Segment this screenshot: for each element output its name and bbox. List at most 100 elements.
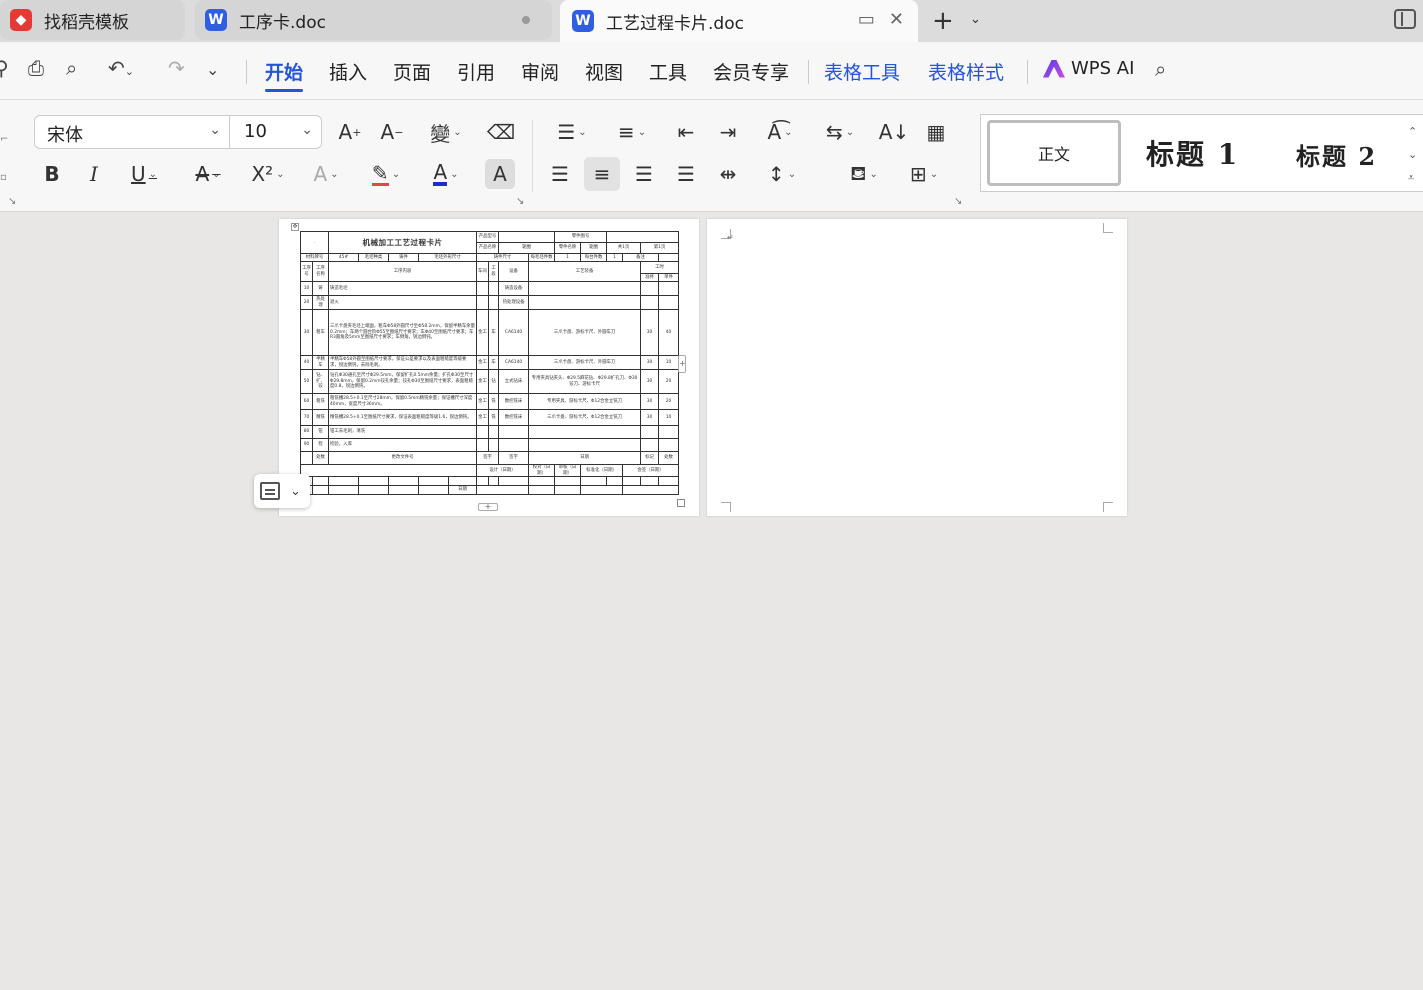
format-painter-partial-icon[interactable]: ▫	[0, 172, 7, 183]
column-header: 单件	[658, 273, 680, 282]
add-column-icon[interactable]: +	[678, 355, 686, 373]
menu-review[interactable]: 审阅	[521, 58, 559, 85]
font-name-select[interactable]: 宋体 ⌄	[34, 115, 230, 149]
style-heading-2[interactable]: 标题 2	[1296, 137, 1377, 172]
cell: 日期	[447, 485, 478, 495]
search-icon[interactable]: ⌕	[1155, 57, 1166, 81]
scroll-up-icon[interactable]: ⌃	[1408, 120, 1417, 143]
align-left-icon[interactable]: ☰	[542, 157, 578, 191]
cell: 处数	[658, 451, 680, 465]
line-break-icon[interactable]: ⇆ ⌄	[816, 115, 864, 149]
table-tool-icon[interactable]: ▦	[918, 115, 954, 149]
sort-icon[interactable]: A↓	[876, 115, 912, 149]
line-spacing-icon[interactable]: ↕ ⌄	[758, 157, 806, 191]
style-heading-1[interactable]: 标题 1	[1146, 133, 1239, 173]
cell	[658, 281, 680, 296]
process-card-table[interactable]: . 机械加工工艺过程卡片 产品型号 零件图号 产品名称 轭圈 零件名称 轭圈 共…	[299, 231, 680, 495]
new-tab-icon[interactable]: +	[932, 6, 954, 36]
unsaved-dot-icon[interactable]	[522, 16, 530, 24]
font-size-select[interactable]: 10 ⌄	[230, 115, 322, 149]
tab-gongyi-active[interactable]: W 工艺过程卡片.doc ▭ ✕	[560, 0, 918, 42]
card-logo-cell: .	[300, 231, 329, 254]
menu-home[interactable]: 开始	[265, 58, 304, 92]
cell	[300, 451, 313, 465]
scroll-down-icon[interactable]: ⌄	[1408, 143, 1417, 166]
style-gallery-scroll[interactable]: ⌃ ⌄ ⩡	[1408, 120, 1417, 189]
grow-font-icon[interactable]: A +	[332, 115, 368, 149]
increase-indent-icon[interactable]: ⇥	[710, 115, 746, 149]
phonetic-guide-icon[interactable]: 變 ⌄	[422, 115, 470, 149]
print-icon[interactable]: ⎙	[28, 56, 44, 80]
table-move-handle-icon[interactable]: ✥	[291, 223, 299, 231]
font-group-launcher-icon[interactable]: ↘	[516, 196, 524, 207]
shading-icon[interactable]: ⛾ ⌄	[840, 157, 888, 191]
window-mode-icon[interactable]: ▭	[858, 9, 875, 30]
font-color-icon[interactable]: A ⌄	[422, 157, 470, 191]
borders-icon[interactable]: ⊞ ⌄	[900, 157, 948, 191]
undo-icon[interactable]: ↶⌄	[108, 56, 134, 80]
highlight-color-icon[interactable]: ✎ ⌄	[362, 157, 410, 191]
cell: 三爪卡盘夹毛坯上端面，粗车Φ58外圆尺寸至Φ58.2mm，保留半精车余量0.2m…	[327, 309, 478, 356]
menu-view[interactable]: 视图	[585, 58, 623, 85]
close-tab-icon[interactable]: ✕	[889, 9, 904, 30]
menu-table-tools[interactable]: 表格工具	[824, 58, 900, 85]
more-chevron-icon[interactable]: ⌄	[206, 60, 219, 79]
chevron-down-icon[interactable]: ⌄	[290, 484, 301, 499]
menu-membership[interactable]: 会员专享	[713, 58, 789, 85]
print-preview-icon[interactable]: ⌕	[66, 56, 77, 80]
menu-page[interactable]: 页面	[393, 58, 431, 85]
cell	[528, 281, 642, 296]
text-direction-icon[interactable]: A͡ ⌄	[756, 115, 804, 149]
align-right-icon[interactable]: ☰	[626, 157, 662, 191]
bullets-icon[interactable]: ☰ ⌄	[548, 115, 596, 149]
numbering-icon[interactable]: ≡ ⌄	[608, 115, 656, 149]
italic-button[interactable]: I	[76, 157, 112, 191]
cell: 数控铣床	[498, 409, 530, 426]
strikethrough-icon[interactable]: A ⌄	[184, 157, 232, 191]
cell: 30	[640, 409, 660, 426]
distributed-icon[interactable]: ⇹	[710, 157, 746, 191]
cell: 20	[300, 295, 313, 310]
tab-docer[interactable]: ◆ 找稻壳模板	[0, 0, 185, 40]
decrease-indent-icon[interactable]: ⇤	[668, 115, 704, 149]
align-center-icon[interactable]: ≡	[584, 157, 620, 191]
cell: 车	[488, 355, 500, 370]
group-launcher-icon[interactable]: ↘	[8, 196, 16, 207]
floating-table-toolbar[interactable]: ⌄	[254, 474, 310, 508]
menu-table-style[interactable]: 表格样式	[928, 58, 1004, 85]
table-row: 30 粗车 三爪卡盘夹毛坯上端面，粗车Φ58外圆尺寸至Φ58.2mm，保留半精车…	[300, 309, 680, 356]
clipboard-partial-icon[interactable]: ⌐	[0, 134, 8, 145]
sidebar-toggle-icon[interactable]	[1394, 9, 1416, 29]
cell: 粗车	[312, 309, 329, 356]
search-partial-icon[interactable]: ⚲	[0, 56, 9, 80]
chevron-down-icon[interactable]: ⌄	[970, 12, 981, 27]
cell: 30	[640, 309, 660, 356]
tab-gongxuka[interactable]: W 工序卡.doc	[195, 0, 552, 40]
menu-insert[interactable]: 插入	[329, 58, 367, 85]
bold-button[interactable]: B	[34, 157, 70, 191]
clear-format-icon[interactable]: ⌫	[483, 115, 519, 149]
wps-ai-button[interactable]: WPS AI	[1043, 58, 1134, 79]
expand-gallery-icon[interactable]: ⩡	[1408, 166, 1417, 189]
add-row-icon[interactable]: +	[478, 503, 498, 511]
style-normal[interactable]: 正文	[987, 120, 1121, 186]
underline-button[interactable]: U ⌄	[120, 157, 168, 191]
document-page-2[interactable]	[707, 219, 1127, 516]
menu-references[interactable]: 引用	[457, 58, 495, 85]
document-page-1[interactable]: ✥ . 机械加工工艺过程卡片 产品型号 零件图号 产品名称 轭圈 零件名称 轭圈…	[279, 219, 699, 516]
cell: 毛坯外形尺寸	[417, 253, 478, 262]
cell: 半精车Φ58外圆至图纸尺寸要求，保证公差要求以及表面粗糙度等级要求，锐边倒钝，去…	[327, 355, 478, 370]
wps-ai-logo-icon	[1043, 59, 1065, 78]
text-effect-icon[interactable]: A ⌄	[302, 157, 350, 191]
table-properties-icon[interactable]	[260, 482, 280, 500]
char-shading-button[interactable]: A	[485, 159, 515, 189]
shrink-font-icon[interactable]: A −	[374, 115, 410, 149]
justify-icon[interactable]: ☰	[668, 157, 704, 191]
table-row: 40 半精车 半精车Φ58外圆至图纸尺寸要求，保证公差要求以及表面粗糙度等级要求…	[300, 355, 680, 370]
cell: 粗铣	[312, 393, 329, 410]
menu-tools[interactable]: 工具	[649, 58, 687, 85]
table-resize-handle[interactable]	[677, 499, 685, 507]
redo-icon[interactable]: ↷	[168, 56, 185, 80]
paragraph-group-launcher-icon[interactable]: ↘	[954, 196, 962, 207]
superscript-button[interactable]: X² ⌄	[244, 157, 292, 191]
